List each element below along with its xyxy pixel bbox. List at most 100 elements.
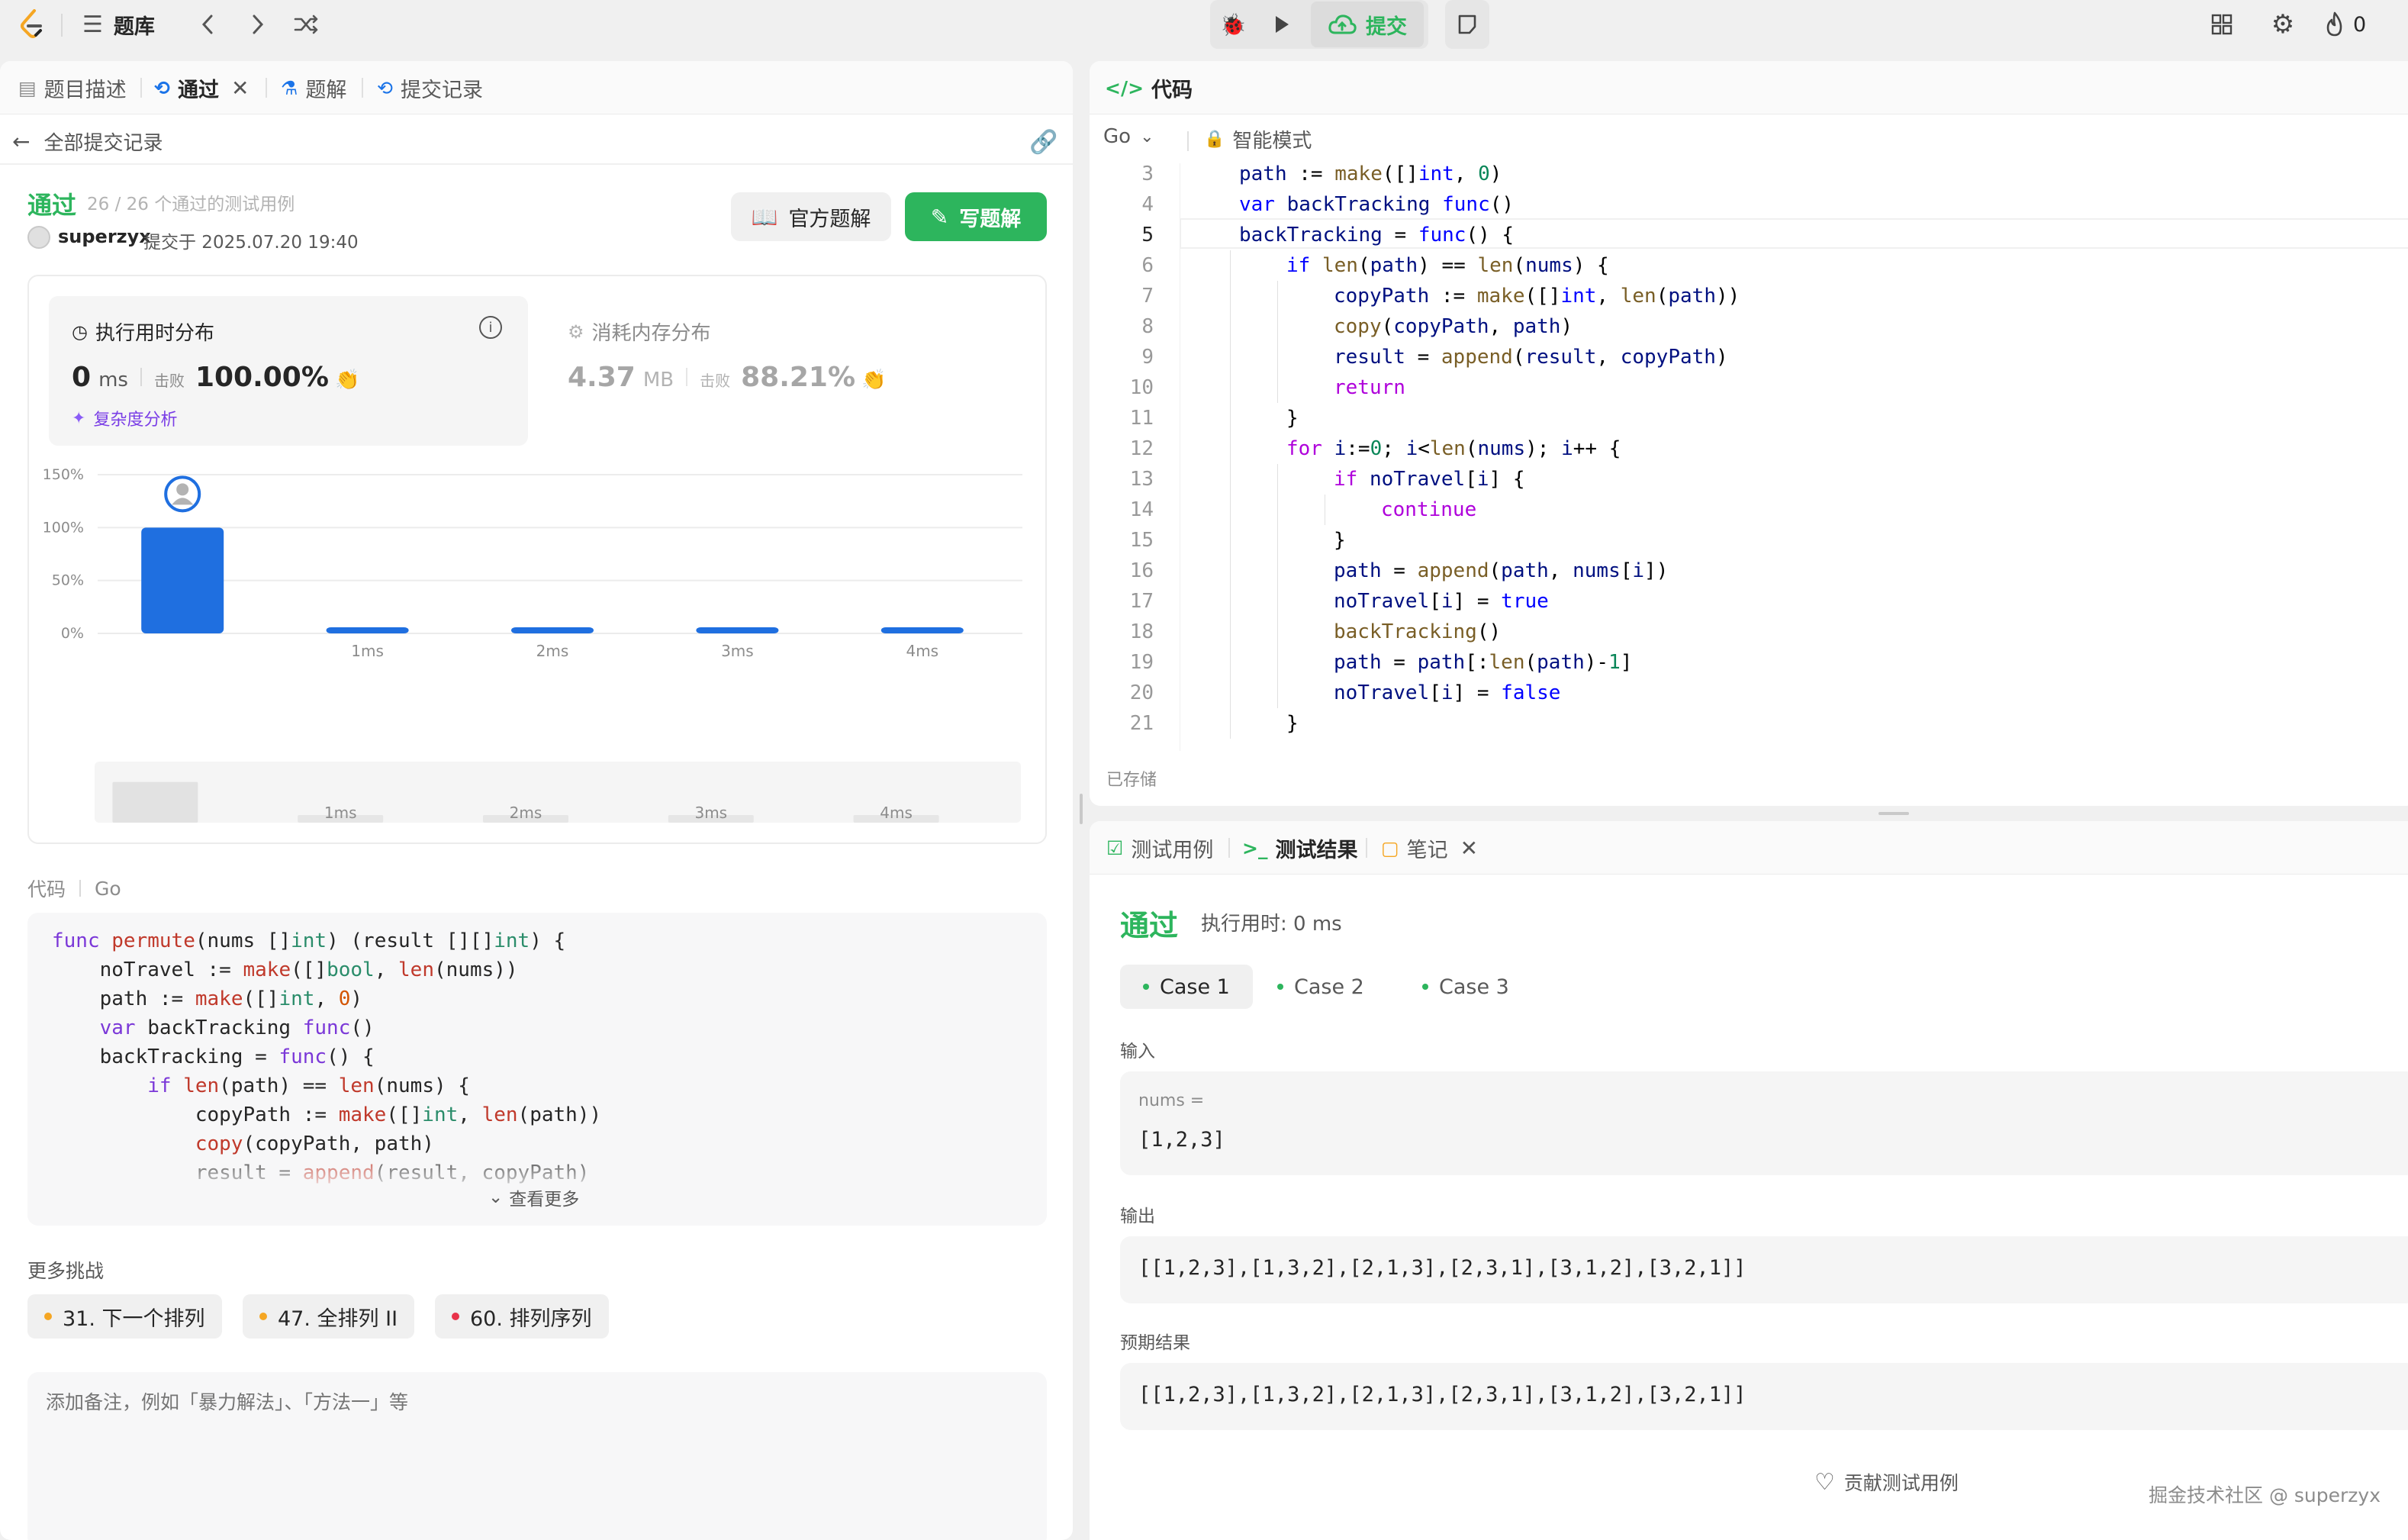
more-challenges-label: 更多挑战 [27,1260,105,1282]
expected-box: [[1,2,3],[1,3,2],[2,1,3],[2,3,1],[3,1,2]… [1120,1363,2408,1430]
layout-button[interactable] [2205,8,2239,41]
indent-guide [1277,464,1278,495]
indent-guide [1230,403,1231,433]
minimap-label: 2ms [510,804,542,822]
contribute-testcase-button[interactable]: ♡ 贡献测试用例 [1814,1468,1959,1496]
vertical-splitter[interactable] [1074,61,1088,1540]
minimap-bar-highlighted [112,781,198,823]
challenge-chip-47[interactable]: 47. 全排列 II [243,1294,415,1339]
challenge-chip-60[interactable]: 60. 排列序列 [435,1294,609,1339]
runtime-unit: ms [98,369,128,391]
streak-button[interactable]: 0 [2324,8,2366,41]
tab-testcases[interactable]: ☑ 测试用例 [1106,821,1213,875]
tab-submissions[interactable]: ⟲ 提交记录 [377,61,483,114]
divider [140,368,142,386]
tab-code[interactable]: </> 代码 [1105,61,1193,114]
note-icon [1458,14,1476,34]
submit-button[interactable]: 提交 [1311,2,1424,47]
official-solution-button[interactable]: 📖 官方题解 [731,192,891,241]
random-problem-button[interactable] [288,8,325,41]
close-icon[interactable]: ✕ [1460,836,1478,861]
info-icon[interactable]: i [479,316,502,339]
chart-minimap[interactable]: 1ms 2ms 3ms 4ms [95,762,1021,823]
tab-accepted[interactable]: ⟲ 通过 ✕ [154,61,249,114]
line-number: 14 [1129,498,1154,521]
tab-solutions[interactable]: ⚗ 题解 [281,61,346,114]
code-line: copyPath := make([]int, len(path)) [195,1103,602,1126]
splitter-handle [1878,812,1909,815]
runtime-distribution-chart[interactable]: 150% 100% 50% 0% 1ms 2ms 3ms 4ms [29,459,1048,658]
write-solution-button[interactable]: ✎ 写题解 [905,192,1047,241]
indent-guide [1230,708,1231,739]
run-button[interactable] [1259,6,1305,43]
leetcode-logo[interactable] [15,8,49,41]
debug-button[interactable]: 🐞 [1213,6,1253,43]
clock-icon: ◷ [72,321,88,343]
flask-icon: ⚗ [281,76,298,99]
write-solution-label: 写题解 [959,207,1022,231]
challenge-chip-31[interactable]: 31. 下一个排列 [27,1294,222,1339]
heart-icon: ♡ [1814,1468,1835,1496]
document-icon: ▤ [18,76,37,99]
memory-title: 消耗内存分布 [591,322,711,345]
clap-icon: 👏 [861,369,887,391]
divider [1366,838,1367,858]
username[interactable]: superzyx [58,226,151,247]
runtime-box[interactable]: ◷ 执行用时分布 i 0 ms 击败 100.00% 👏 ✦ 复杂度分析 [49,296,528,446]
horizontal-splitter[interactable] [1090,806,2408,820]
divider [140,78,142,98]
see-more-button[interactable]: ⌄ 查看更多 [488,1184,579,1210]
link-icon: 🔗 [1029,128,1058,156]
line-number: 11 [1129,407,1154,430]
settings-button[interactable]: ⚙ [2266,8,2300,41]
tab-test-result[interactable]: >_ 测试结果 [1242,821,1357,875]
editor-code-line: if noTravel[i] { [1334,468,1525,491]
memory-box[interactable]: ⚙ 消耗内存分布 4.37 MB 击败 88.21% 👏 [548,296,1021,446]
indent-guide [1230,525,1231,556]
saved-status: 已存储 [1106,771,1157,790]
avatar [27,226,50,249]
chart-minimap-svg: 1ms 2ms 3ms 4ms [112,781,939,823]
notes-textarea[interactable] [27,1372,1047,1540]
status-dot-icon [1143,984,1149,990]
indent-guide [1277,495,1278,525]
minimap-label: 1ms [324,804,357,822]
close-icon[interactable]: ✕ [231,76,249,101]
indent-guide [1277,372,1278,403]
indent-guide [1230,281,1231,311]
prev-problem-button[interactable] [191,8,224,41]
line-number: 12 [1129,437,1154,460]
next-problem-button[interactable] [241,8,275,41]
indent-guide [1230,250,1231,281]
language-select[interactable]: Go ⌄ [1103,125,1154,148]
problem-list-label: 题库 [113,14,155,39]
line-number: 15 [1129,529,1154,552]
divider [79,880,82,897]
tab-notes[interactable]: ▢ 笔记 ✕ [1381,821,1478,875]
history-icon: ⟲ [377,76,393,99]
lock-icon: 🔒 [1204,130,1225,149]
back-to-submissions[interactable]: ← 全部提交记录 [12,124,163,159]
complexity-analysis-link[interactable]: ✦ 复杂度分析 [72,406,177,430]
code-editor[interactable]: 3 path := make([]int, 0) 4 var backTracking… [1090,163,2408,751]
problem-list-button[interactable]: ☰ 题库 [82,6,155,43]
bar-highlighted [141,527,224,633]
tab-description[interactable]: ▤ 题目描述 [18,61,127,114]
share-link-button[interactable]: 🔗 [1027,125,1061,159]
see-more-label: 查看更多 [509,1190,580,1210]
chevron-left-icon [201,14,213,34]
case-tab-1[interactable]: Case 1 [1120,965,1253,1009]
arrow-left-icon: ← [12,128,31,154]
case-tab-3[interactable]: Case 3 [1410,965,1521,1009]
indent-guide [1277,342,1278,372]
input-label: 输入 [1120,1042,1155,1062]
bar [511,627,594,633]
code-line: var backTracking func() [99,1016,375,1039]
notes-button[interactable] [1448,6,1486,43]
editor-code-line: copy(copyPath, path) [1334,315,1573,338]
submitted-code[interactable]: func permute(nums []int) (result [][]int… [27,913,1047,1226]
case-tab-2[interactable]: Case 2 [1265,965,1376,1009]
official-solution-label: 官方题解 [788,207,871,231]
smart-mode-toggle[interactable]: 🔒 智能模式 [1204,125,1312,153]
output-value: [[1,2,3],[1,3,2],[2,1,3],[2,3,1],[3,1,2]… [1138,1256,1746,1280]
